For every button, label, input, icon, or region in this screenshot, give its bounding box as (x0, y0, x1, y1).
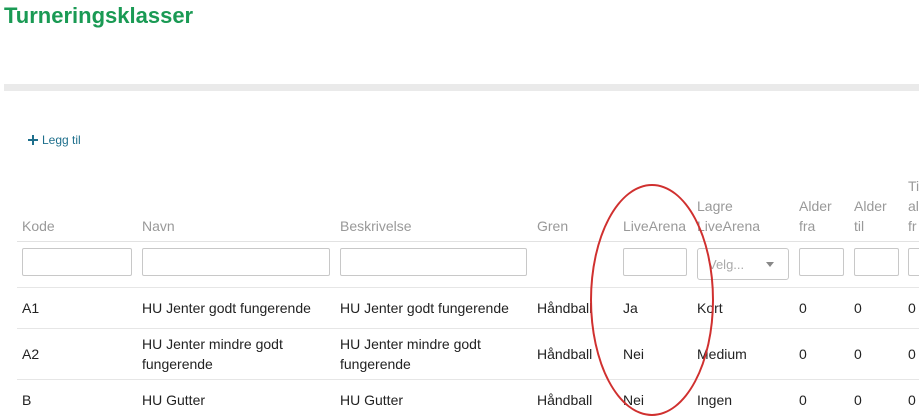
row-divider (17, 287, 919, 288)
cell-lagre-livearena: Ingen (697, 392, 733, 408)
chevron-down-icon (766, 262, 774, 267)
cell-navn: HU Jenter godt fungerende (142, 300, 311, 316)
cell-alder-til: 0 (854, 392, 862, 408)
section-divider (4, 84, 919, 91)
header-alder-fra-line1[interactable]: Alder (799, 196, 832, 216)
cell-alder-fra: 0 (799, 300, 807, 316)
cell-navn-line2: fungerende (142, 356, 213, 372)
cell-beskrivelse: HU Jenter godt fungerende (340, 300, 509, 316)
header-kode[interactable]: Kode (22, 216, 55, 236)
header-alder-til-line1[interactable]: Alder (854, 196, 887, 216)
filter-alder-til-input[interactable] (854, 248, 899, 276)
filter-last-input[interactable] (908, 248, 919, 276)
cell-beskrivelse-line2: fungerende (340, 356, 411, 372)
cell-kode: A1 (22, 300, 40, 316)
header-alder-fra-line2[interactable]: fra (799, 216, 815, 236)
cell-lagre-livearena: Medium (697, 346, 747, 362)
cell-alder-fra: 0 (799, 346, 807, 362)
header-divider (17, 241, 919, 242)
header-lagre-line1[interactable]: Lagre (697, 196, 733, 216)
page-title: Turneringsklasser (4, 3, 194, 28)
filter-beskrivelse-input[interactable] (340, 248, 527, 276)
header-beskrivelse[interactable]: Beskrivelse (340, 216, 412, 236)
filter-alder-fra-input[interactable] (799, 248, 844, 276)
filter-lagre-select[interactable]: Velg... (697, 248, 789, 280)
header-last-line3[interactable]: fr (908, 216, 917, 236)
header-navn[interactable]: Navn (142, 216, 175, 236)
cell-beskrivelse-line1: HU Jenter mindre godt (340, 336, 481, 352)
cell-last: 0 (908, 392, 916, 408)
filter-livearena-input[interactable] (623, 248, 687, 276)
header-lagre-line2[interactable]: LiveArena (697, 216, 760, 236)
header-gren[interactable]: Gren (537, 216, 568, 236)
row-divider (17, 328, 919, 329)
cell-last: 0 (908, 346, 916, 362)
filter-navn-input[interactable] (142, 248, 330, 276)
cell-gren: Håndball (537, 300, 593, 316)
header-livearena[interactable]: LiveArena (623, 216, 686, 236)
add-button[interactable]: Legg til (28, 133, 81, 147)
header-last-line1[interactable]: Ti (908, 176, 919, 196)
cell-kode: A2 (22, 346, 40, 362)
cell-alder-til: 0 (854, 300, 862, 316)
filter-kode-input[interactable] (22, 248, 132, 276)
cell-alder-til: 0 (854, 346, 862, 362)
cell-alder-fra: 0 (799, 392, 807, 408)
row-divider (17, 379, 919, 380)
cell-kode: B (22, 392, 32, 408)
cell-livearena: Nei (623, 346, 645, 362)
add-button-label: Legg til (42, 133, 81, 147)
cell-gren: Håndball (537, 392, 593, 408)
cell-lagre-livearena: Kort (697, 300, 723, 316)
cell-livearena: Nei (623, 392, 645, 408)
cell-last: 0 (908, 300, 916, 316)
cell-gren: Håndball (537, 346, 593, 362)
cell-beskrivelse: HU Gutter (340, 392, 404, 408)
header-last-line2[interactable]: al (908, 196, 919, 216)
page: Turneringsklasser Legg til Kode Navn Bes… (0, 0, 919, 420)
header-alder-til-line2[interactable]: til (854, 216, 864, 236)
filter-lagre-placeholder: Velg... (708, 256, 745, 272)
plus-icon (28, 135, 38, 145)
cell-navn: HU Gutter (142, 392, 206, 408)
cell-navn-line1: HU Jenter mindre godt (142, 336, 283, 352)
cell-livearena: Ja (623, 300, 638, 316)
